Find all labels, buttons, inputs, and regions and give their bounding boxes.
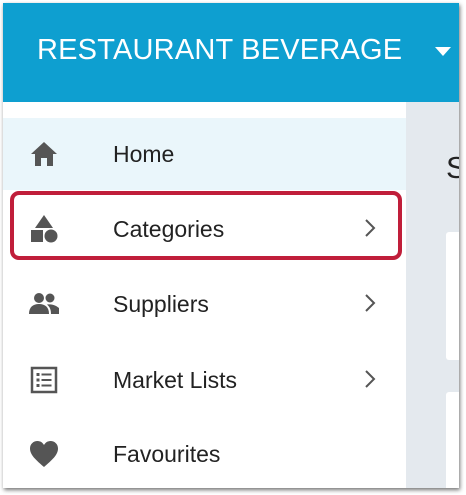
sidebar-item-categories[interactable]: Categories xyxy=(3,193,406,265)
sidebar-menu: Home Categories Suppliers Market Lists F… xyxy=(3,102,406,488)
chevron-right-icon xyxy=(365,370,376,388)
restaurant-selector-title[interactable]: RESTAURANT BEVERAGE xyxy=(37,34,402,67)
list-icon xyxy=(30,366,58,394)
chevron-right-icon xyxy=(365,219,376,237)
home-icon xyxy=(31,142,57,166)
heart-icon xyxy=(30,441,58,467)
content-card[interactable] xyxy=(446,232,459,360)
sidebar-item-market-lists[interactable]: Market Lists xyxy=(3,344,406,416)
sidebar-item-favourites[interactable]: Favourites xyxy=(3,418,406,488)
shapes-icon xyxy=(31,215,58,243)
page-heading: S xyxy=(446,150,459,185)
main-content: S xyxy=(406,102,459,488)
sidebar-item-label: Categories xyxy=(113,216,225,242)
app-header: RESTAURANT BEVERAGE xyxy=(3,3,459,102)
chevron-right-icon xyxy=(365,294,376,312)
sidebar-item-label: Home xyxy=(113,141,175,167)
app-window: RESTAURANT BEVERAGE Home Categories Supp… xyxy=(3,3,459,488)
sidebar-item-label: Favourites xyxy=(113,441,221,467)
people-icon xyxy=(29,293,59,314)
sidebar-item-suppliers[interactable]: Suppliers xyxy=(3,268,406,340)
sidebar-item-label: Suppliers xyxy=(113,291,209,317)
caret-down-icon[interactable] xyxy=(435,47,451,56)
content-card[interactable] xyxy=(446,392,459,488)
sidebar-item-label: Market Lists xyxy=(113,367,237,393)
sidebar-item-home[interactable]: Home xyxy=(3,118,406,190)
sidebar-top-spacer xyxy=(3,102,406,116)
